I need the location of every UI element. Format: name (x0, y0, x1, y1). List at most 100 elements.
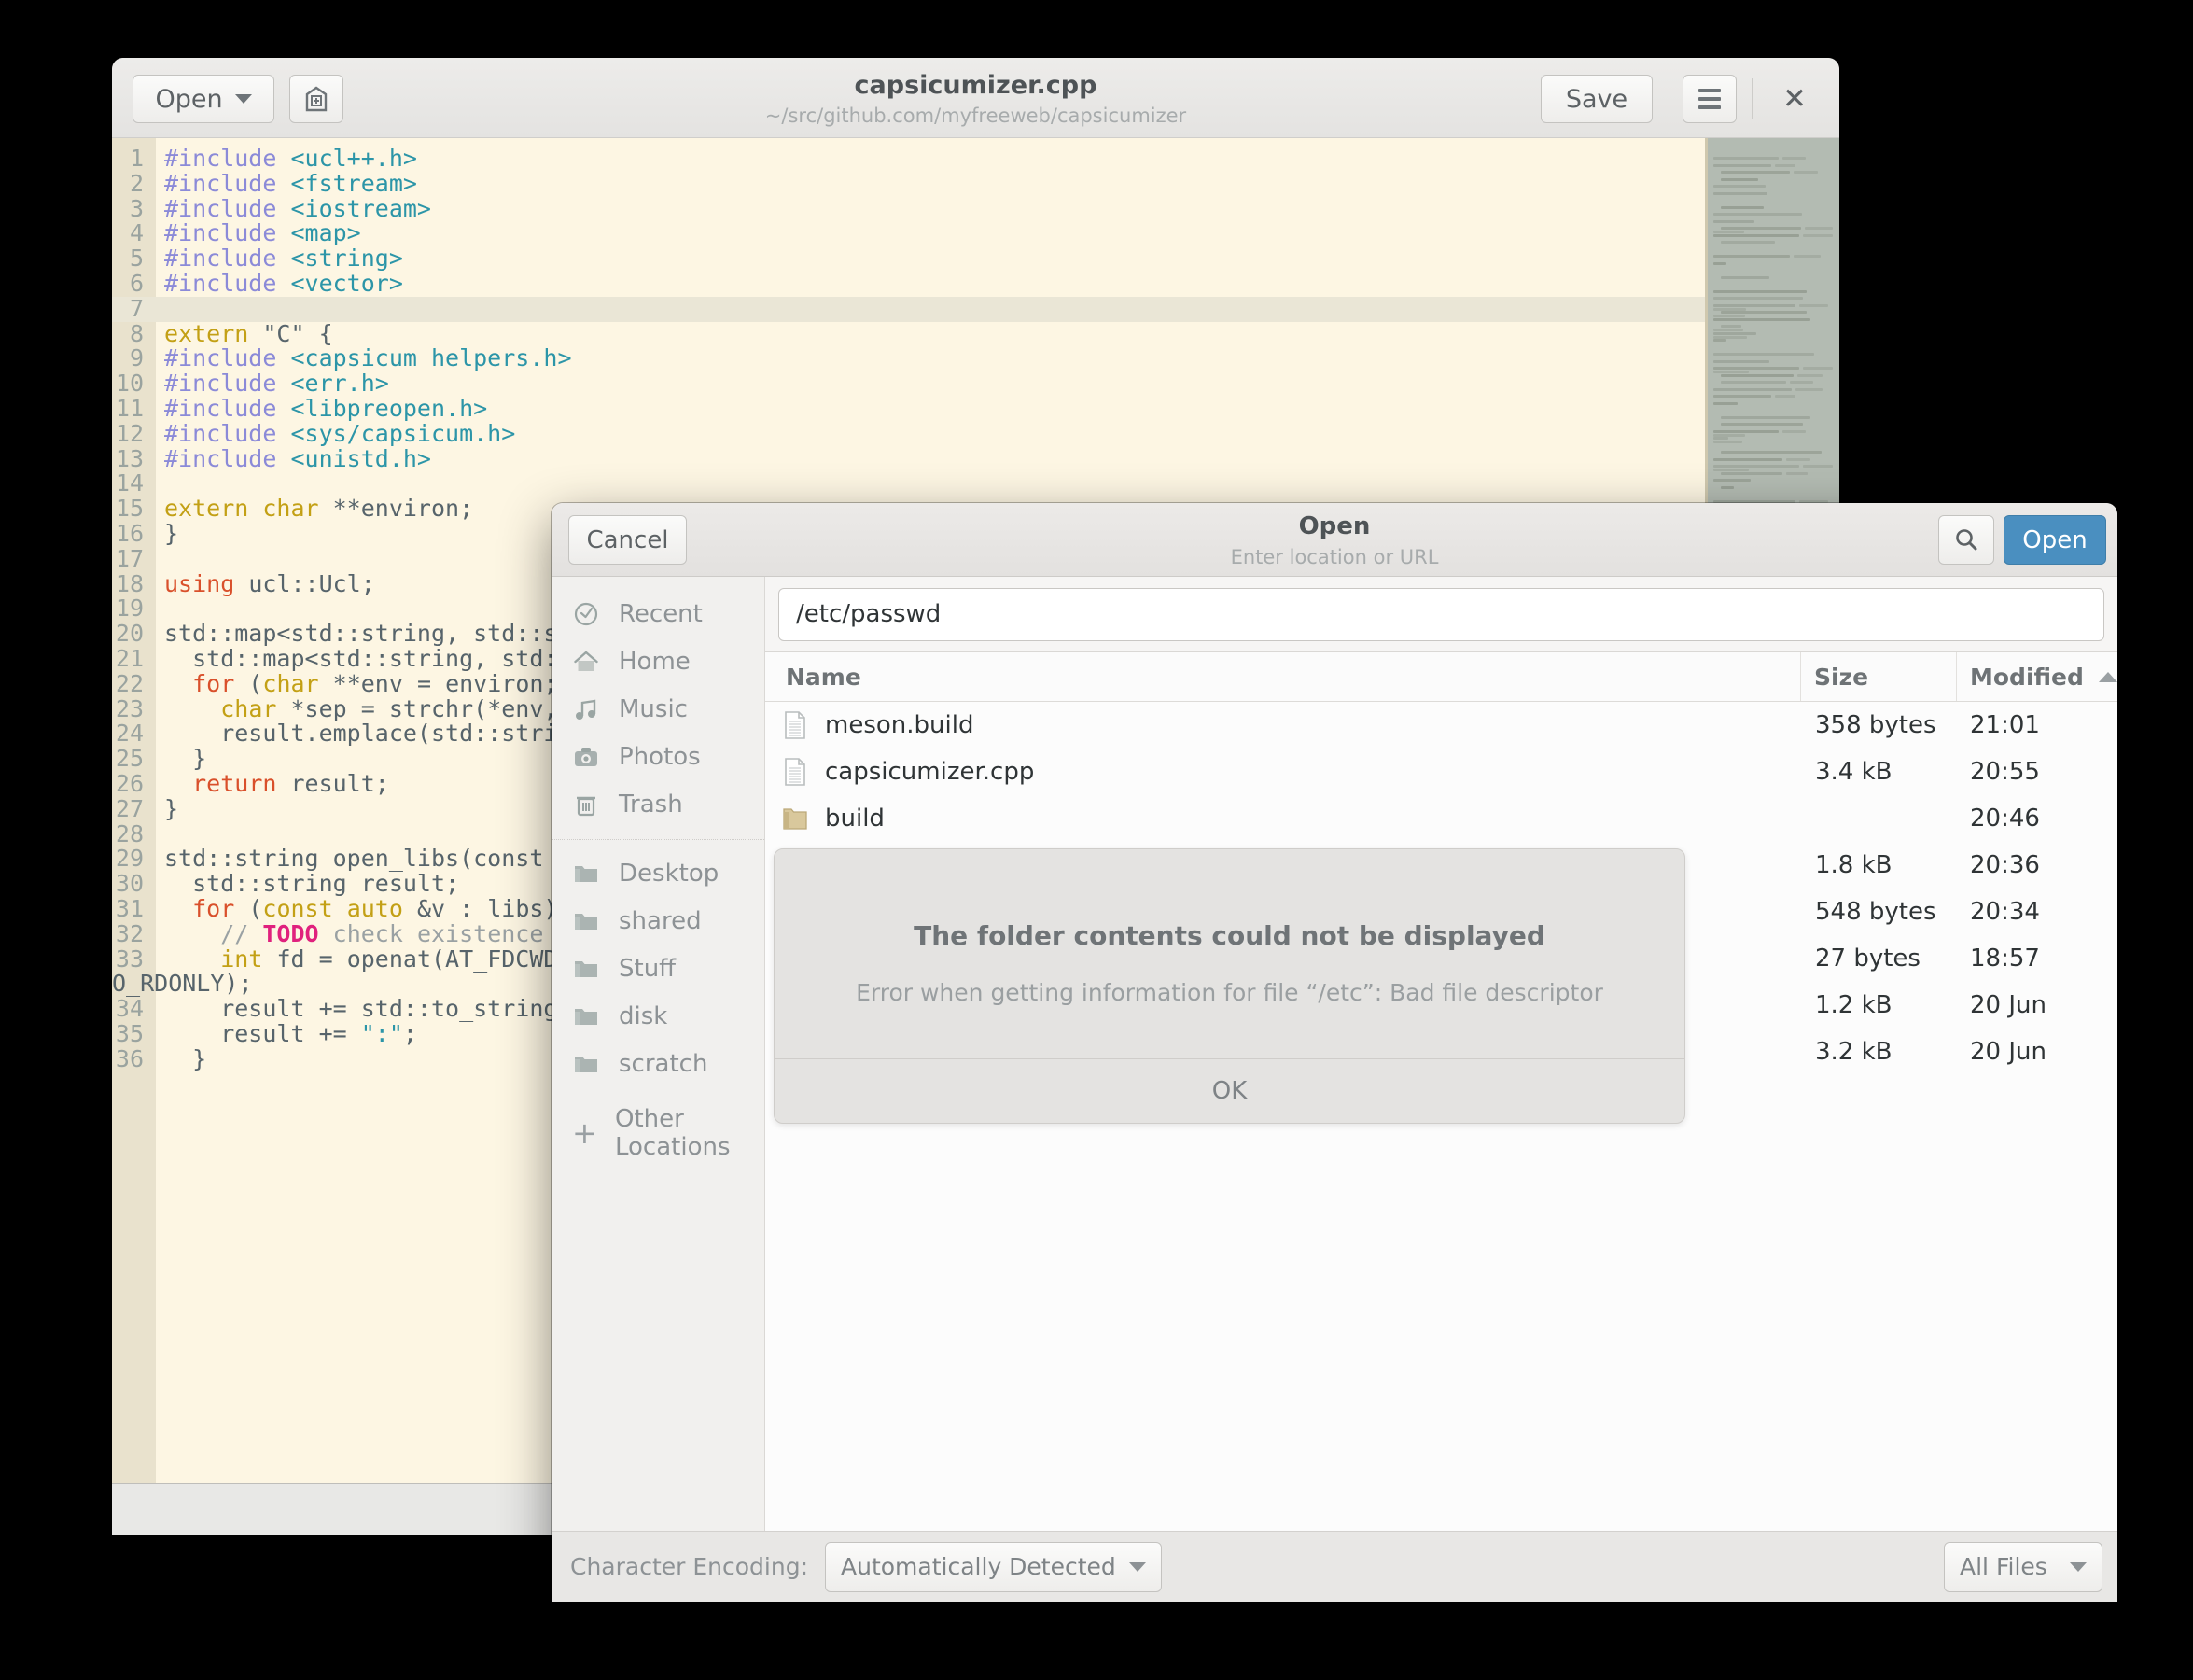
place-item-stuff[interactable]: Stuff (552, 945, 764, 992)
location-bar: /etc/passwd (765, 577, 2117, 652)
file-icon (785, 711, 805, 739)
dialog-open-label: Open (2022, 525, 2088, 554)
column-header-name[interactable]: Name (765, 652, 1801, 701)
encoding-label: Character Encoding: (570, 1553, 809, 1580)
search-icon (1956, 528, 1977, 550)
location-input[interactable]: /etc/passwd (778, 587, 2104, 641)
code-text: extern char **environ; (164, 495, 474, 523)
line-number: 34 (115, 995, 144, 1023)
plus-icon: + (572, 1114, 597, 1151)
clock-icon (574, 602, 598, 625)
code-text: #include <iostream> (164, 194, 431, 222)
place-item-scratch[interactable]: scratch (552, 1040, 764, 1087)
line-number: 36 (115, 1044, 144, 1072)
folder-icon (783, 808, 807, 830)
line-number: 19 (115, 595, 144, 623)
code-token: <err.h> (290, 370, 389, 398)
code-text: return result; (164, 769, 389, 797)
encoding-combobox[interactable]: Automatically Detected (825, 1541, 1162, 1592)
error-ok-label: OK (1211, 1077, 1248, 1105)
error-ok-button[interactable]: OK (775, 1058, 1684, 1123)
folder-icon (575, 913, 597, 930)
code-token: <capsicum_helpers.h> (290, 344, 572, 372)
line-number: 17 (115, 544, 144, 572)
dialog-title: Open (1298, 512, 1371, 540)
place-item-desktop[interactable]: Desktop (552, 849, 764, 897)
minimap-viewport[interactable] (1708, 138, 1839, 511)
place-item-trash[interactable]: Trash (552, 780, 764, 828)
line-number: 32 (115, 919, 144, 947)
place-item-label: Home (619, 647, 691, 676)
line-number: 4 (129, 219, 144, 247)
line-number: 7 (129, 294, 144, 322)
file-row[interactable]: capsicumizer.cpp 3.4 kB 20:55 (765, 749, 2117, 795)
line-number: 5 (129, 245, 144, 273)
code-text: for (const auto &v : libs) { (164, 896, 585, 922)
place-item-recent[interactable]: Recent (552, 590, 764, 637)
new-document-button[interactable] (289, 75, 343, 123)
cancel-button[interactable]: Cancel (568, 515, 687, 565)
line-number: 11 (115, 394, 144, 422)
code-line: 3 #include <iostream> (112, 194, 1839, 222)
error-detail: Error when getting information for file … (856, 979, 1603, 1006)
code-token: O_RDONLY); (112, 970, 253, 998)
code-token: char (262, 495, 333, 523)
dialog-open-button[interactable]: Open (2004, 515, 2106, 565)
column-header-modified-label: Modified (1970, 663, 2084, 691)
file-modified: 21:01 (1970, 711, 2040, 739)
screen: capsicumizer.cpp ~/src/github.com/myfree… (0, 0, 2193, 1680)
save-button-label: Save (1565, 84, 1628, 114)
code-text: #include <string> (164, 245, 403, 272)
open-button-label: Open (155, 84, 223, 114)
code-line: 8 extern "C" { (112, 319, 1839, 347)
file-filter-combobox[interactable]: All Files (1944, 1541, 2102, 1592)
file-size: 3.4 kB (1815, 758, 1893, 786)
code-token: #include (164, 194, 291, 222)
place-item-label: disk (619, 1001, 668, 1030)
trash-icon (577, 796, 595, 816)
code-token: check existence (318, 919, 544, 947)
other-locations-item[interactable]: + Other Locations (552, 1105, 764, 1161)
place-item-shared[interactable]: shared (552, 897, 764, 945)
code-text: #include <vector> (164, 271, 403, 297)
code-token: **environ; (332, 495, 474, 523)
file-modified: 20:34 (1970, 898, 2040, 926)
code-token: #include (164, 219, 291, 247)
places-separator (552, 839, 764, 840)
line-number: 1 (129, 145, 144, 172)
code-text: } (164, 746, 206, 772)
close-window-button[interactable]: ✕ (1770, 75, 1819, 123)
code-token: <iostream> (290, 194, 431, 222)
open-file-button[interactable]: Open (133, 75, 274, 123)
code-token: return (192, 769, 291, 797)
place-item-music[interactable]: Music (552, 685, 764, 733)
dialog-subtitle: Enter location or URL (1230, 546, 1439, 569)
place-item-photos[interactable]: Photos (552, 733, 764, 780)
column-header-size[interactable]: Size (1801, 652, 1957, 701)
search-button[interactable] (1938, 515, 1994, 565)
line-number: 12 (115, 419, 144, 447)
code-token: extern (164, 319, 263, 347)
folder-icon (575, 1056, 597, 1072)
file-row[interactable]: meson.build 358 bytes 21:01 (765, 702, 2117, 749)
file-size: 27 bytes (1815, 945, 1921, 973)
headerbar-separator (1752, 78, 1753, 119)
file-size: 3.2 kB (1815, 1038, 1893, 1066)
code-token: } (164, 794, 179, 822)
camera-icon (575, 747, 597, 766)
file-row[interactable]: build 20:46 (765, 795, 2117, 842)
main-menu-button[interactable] (1683, 75, 1737, 123)
column-header-modified[interactable]: Modified (1957, 652, 2117, 701)
code-line: 9 #include <capsicum_helpers.h> (112, 344, 1839, 372)
place-item-disk[interactable]: disk (552, 992, 764, 1040)
save-button[interactable]: Save (1541, 75, 1653, 123)
places-sidebar: Recent Home Music Photos Trash Desktop shared… (552, 577, 765, 1531)
place-item-home[interactable]: Home (552, 637, 764, 685)
code-token: ":" (360, 1019, 403, 1047)
line-number: 22 (115, 669, 144, 697)
line-number: 9 (129, 344, 144, 372)
